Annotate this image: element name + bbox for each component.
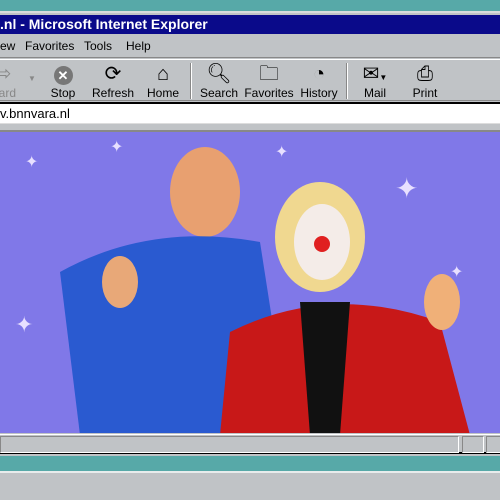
menu-help[interactable]: Help: [126, 35, 151, 58]
address-bar[interactable]: v.bnnvara.nl: [0, 102, 500, 124]
sparkle-icon: ✦: [25, 154, 39, 171]
menu-view[interactable]: ew: [0, 35, 15, 58]
stop-icon: ✕: [35, 62, 91, 86]
photo: [0, 132, 500, 433]
forward-arrow-icon: ⇨: [0, 63, 12, 85]
refresh-icon: ⟳: [104, 63, 122, 85]
print-icon: ⎙: [417, 63, 433, 85]
refresh-button[interactable]: ⟳ Refresh: [85, 62, 141, 100]
address-input[interactable]: v.bnnvara.nl: [0, 106, 70, 121]
sparkle-icon: ✦: [275, 144, 289, 161]
menu-bar: ew Favorites Tools Help: [0, 35, 500, 58]
forward-button[interactable]: ⇨ward: [0, 62, 31, 100]
sparkle-icon: ✦: [450, 264, 464, 281]
search-icon: 🔍︎: [206, 63, 232, 85]
history-button[interactable]: ◔ History: [291, 62, 347, 100]
history-icon: ◔: [312, 63, 326, 85]
favorites-icon: 🗀: [259, 63, 279, 85]
menu-favorites[interactable]: Favorites: [25, 35, 74, 58]
menu-tools[interactable]: Tools: [84, 35, 112, 58]
status-bar: [0, 434, 500, 454]
sparkle-icon: ✦: [395, 173, 419, 204]
desktop-background: [0, 456, 500, 473]
sparkle-icon: ✦: [15, 312, 34, 337]
status-pane: [462, 436, 484, 453]
favorites-button[interactable]: 🗀 Favorites: [241, 62, 297, 100]
clown-nose: [314, 236, 330, 252]
desktop-background: [0, 0, 500, 13]
title-bar: .nl - Microsoft Internet Explorer: [0, 15, 500, 34]
page-content-image: ✦ ✦ ✦ ✦ ✦ ✦: [0, 130, 500, 433]
stop-button[interactable]: ✕ Stop: [35, 62, 91, 100]
mail-button[interactable]: ✉▼ Mail: [347, 62, 403, 100]
print-button[interactable]: ⎙ Print: [397, 62, 453, 100]
home-icon: ⌂: [156, 63, 170, 85]
status-pane: [486, 436, 500, 453]
home-button[interactable]: ⌂ Home: [135, 62, 191, 100]
status-pane: [0, 436, 459, 453]
mail-icon: ✉▼: [362, 63, 388, 85]
sparkle-icon: ✦: [110, 139, 124, 156]
toolbar: ⇨ward ▼ ✕Stop ⟳Refresh ⌂Home 🔍︎Search 🗀F…: [0, 59, 500, 101]
man-head: [170, 147, 240, 237]
window-title: .nl - Microsoft Internet Explorer: [0, 16, 208, 32]
search-button[interactable]: 🔍︎ Search: [191, 62, 247, 100]
